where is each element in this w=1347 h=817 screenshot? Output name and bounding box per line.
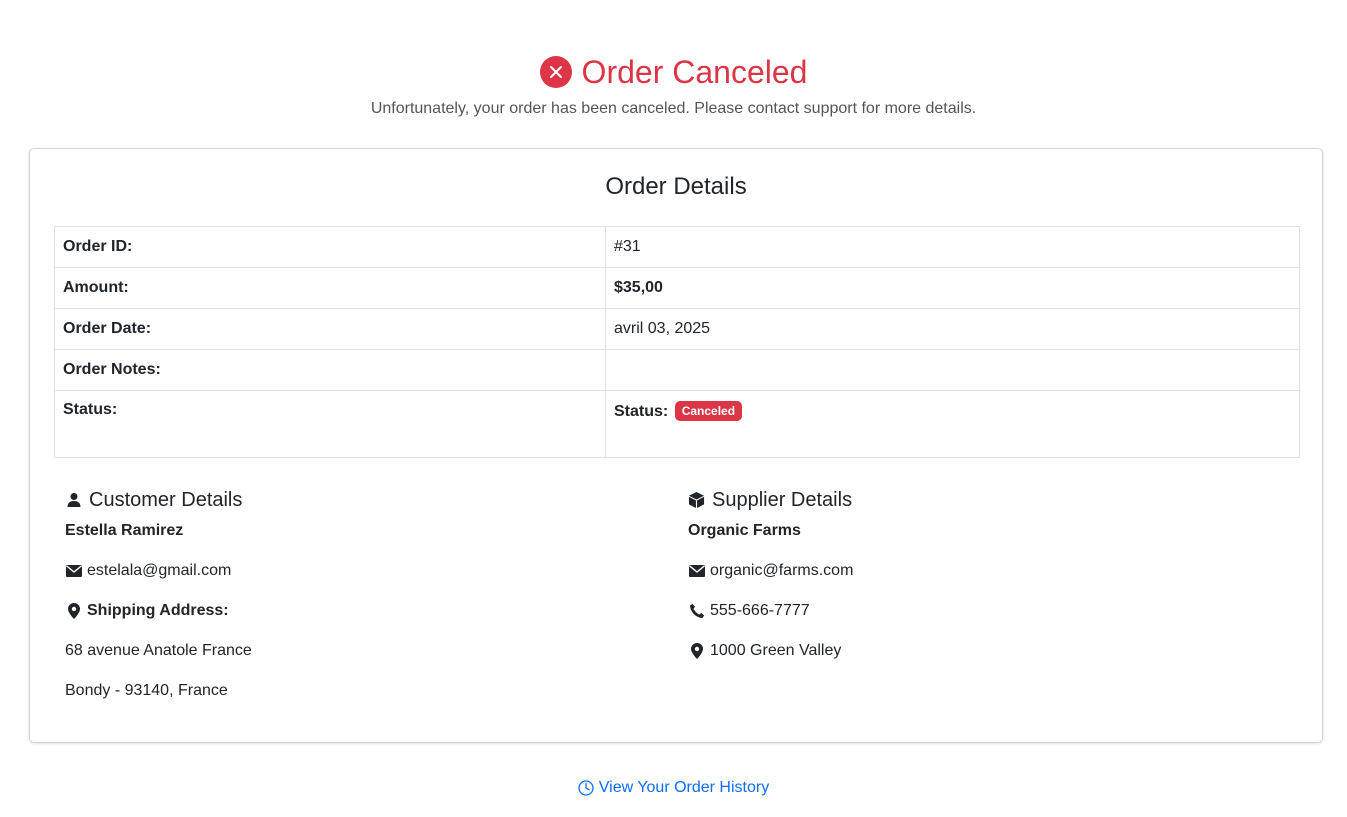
customer-name: Estella Ramirez (65, 522, 184, 539)
order-notes-label: Order Notes: (54, 349, 606, 391)
map-pin-icon (65, 603, 82, 620)
supplier-phone-row: 555-666-7777 (688, 601, 853, 621)
table-row: Status: Status: Canceled (54, 390, 1300, 458)
clock-icon (578, 780, 595, 797)
order-date-value: avril 03, 2025 (605, 308, 1300, 350)
customer-heading-label: Customer Details (89, 488, 243, 511)
x-circle-icon (539, 56, 572, 88)
status-badge: Canceled (674, 401, 743, 421)
history-footer: View Your Order History (0, 779, 1347, 801)
phone-icon (688, 603, 705, 620)
title-row: Order Canceled (539, 52, 808, 92)
order-details-table: Order ID: #31 Amount: $35,00 Order Date:… (54, 226, 1300, 458)
status-prefix: Status: (614, 403, 669, 420)
order-id-label: Order ID: (54, 226, 606, 268)
supplier-details: Supplier Details Organic Farms organic@f… (688, 485, 853, 661)
envelope-icon (688, 563, 705, 580)
supplier-email: organic@farms.com (710, 562, 854, 579)
status-cell: Status: Canceled (605, 390, 1300, 458)
order-details-card: Order Details Order ID: #31 Amount: $35,… (29, 148, 1323, 743)
table-row: Amount: $35,00 (54, 267, 1300, 309)
supplier-heading-label: Supplier Details (712, 488, 853, 511)
amount-label: Amount: (54, 267, 606, 309)
view-order-history-link[interactable]: View Your Order History (578, 779, 769, 797)
shipping-address-label: Shipping Address: (87, 602, 229, 619)
map-pin-icon (688, 643, 705, 660)
person-icon (65, 492, 82, 509)
view-order-history-label: View Your Order History (598, 779, 770, 796)
order-date-label: Order Date: (54, 308, 606, 350)
customer-email-row: estelala@gmail.com (65, 561, 252, 581)
table-row: Order Date: avril 03, 2025 (54, 308, 1300, 350)
supplier-phone: 555-666-7777 (710, 602, 810, 619)
supplier-address: 1000 Green Valley (710, 642, 842, 659)
supplier-name: Organic Farms (688, 522, 801, 539)
page-title: Order Canceled (581, 54, 808, 90)
address-line-2: Bondy - 93140, France (65, 682, 228, 699)
customer-heading: Customer Details (65, 485, 252, 515)
page-header: Order Canceled Unfortunately, your order… (0, 52, 1347, 118)
page-subtitle: Unfortunately, your order has been cance… (370, 100, 977, 117)
table-row: Order Notes: (54, 349, 1300, 391)
order-notes-value (605, 349, 1300, 391)
supplier-address-row: 1000 Green Valley (688, 641, 853, 661)
box-icon (688, 491, 705, 509)
supplier-heading: Supplier Details (688, 485, 853, 515)
amount-value: $35,00 (605, 267, 1300, 309)
order-id-value: #31 (605, 226, 1300, 268)
shipping-address-heading: Shipping Address: (65, 601, 252, 621)
customer-details: Customer Details Estella Ramirez estelal… (65, 485, 252, 701)
customer-email: estelala@gmail.com (87, 562, 232, 579)
status-label: Status: (54, 390, 606, 458)
address-line-1: 68 avenue Anatole France (65, 642, 252, 659)
supplier-email-row: organic@farms.com (688, 561, 853, 581)
card-title: Order Details (605, 173, 747, 200)
table-row: Order ID: #31 (54, 226, 1300, 268)
envelope-icon (65, 563, 82, 580)
